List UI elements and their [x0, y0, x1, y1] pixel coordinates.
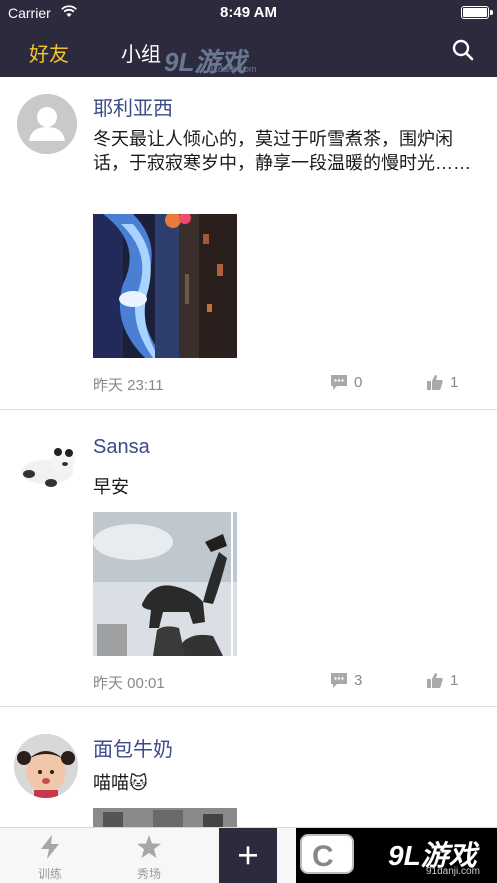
tab-groups[interactable]: 小组	[121, 38, 161, 67]
post-photo[interactable]	[93, 214, 237, 358]
watermark-letter: C	[312, 840, 334, 873]
status-time: 8:49 AM	[220, 4, 277, 21]
tab-showcase[interactable]: 秀场	[119, 828, 179, 883]
like-count: 1	[450, 672, 459, 689]
tab-showcase-label: 秀场	[136, 867, 161, 881]
post-author[interactable]: 耶利亚西	[93, 92, 173, 121]
comment-icon	[331, 375, 347, 390]
plus-icon	[239, 846, 257, 865]
tab-friends[interactable]: 好友	[29, 38, 69, 67]
comment-count: 0	[354, 374, 363, 391]
post-author[interactable]: 面包牛奶	[93, 733, 173, 762]
feed-post: Sansa 早安 昨天 00:01 3 1	[0, 410, 497, 707]
star-icon	[137, 835, 161, 858]
post-time: 昨天 23:11	[93, 377, 164, 394]
watermark-domain: 91danji.com	[426, 866, 480, 877]
panda-avatar	[21, 448, 75, 487]
city-night-photo	[93, 214, 237, 358]
horse-statue-photo	[93, 512, 237, 656]
comment-count: 3	[354, 672, 363, 689]
post-text: 早安	[93, 477, 129, 497]
comment-icon	[331, 673, 347, 688]
default-user-icon	[17, 94, 77, 154]
bottom-tab-bar: 训练 秀场 C 9L游戏 91danji.com	[0, 827, 497, 883]
post-author[interactable]: Sansa	[93, 436, 150, 459]
feed-post: 耶利亚西 冬天最让人倾心的，莫过于听雪煮茶，围炉闲话，于寂寂寒岁中，静享一段温暖…	[0, 77, 497, 410]
lightning-icon	[41, 835, 59, 859]
battery-icon	[461, 6, 493, 19]
post-time: 昨天 00:01	[93, 675, 165, 692]
corner-watermark: C 9L游戏 91danji.com	[296, 828, 497, 883]
watermark-box: C	[300, 834, 354, 874]
search-icon[interactable]	[451, 38, 475, 62]
create-post-button[interactable]	[219, 828, 277, 883]
post-photo[interactable]	[93, 808, 237, 827]
avatar[interactable]	[17, 436, 77, 496]
post-photo[interactable]	[93, 512, 237, 656]
feed-list[interactable]: 耶利亚西 冬天最让人倾心的，莫过于听雪煮茶，围炉闲话，于寂寂寒岁中，静享一段温暖…	[0, 77, 497, 827]
feed-post: 面包牛奶 喵喵🐱	[0, 707, 497, 827]
like-count: 1	[450, 374, 459, 391]
tab-training-label: 训练	[37, 867, 62, 881]
thumbs-up-icon	[427, 375, 443, 390]
avatar[interactable]	[17, 94, 77, 154]
partial-photo	[93, 808, 237, 827]
status-bar: Carrier 8:49 AM	[0, 0, 497, 26]
thumbs-up-icon	[427, 673, 443, 688]
avatar[interactable]	[14, 734, 78, 798]
post-text: 冬天最让人倾心的，莫过于听雪煮茶，围炉闲话，于寂寂寒岁中，静享一段温暖的慢时光……	[93, 129, 471, 173]
post-text: 喵喵🐱	[93, 773, 148, 793]
watermark-domain: 91danji.com	[208, 64, 257, 74]
tab-training[interactable]: 训练	[20, 828, 80, 883]
watermark-logo: 9L游戏 91danji.com	[164, 42, 257, 78]
top-header: Carrier 8:49 AM 好友 小组 9L游戏 91danji.com	[0, 0, 497, 77]
girl-avatar	[14, 734, 78, 798]
